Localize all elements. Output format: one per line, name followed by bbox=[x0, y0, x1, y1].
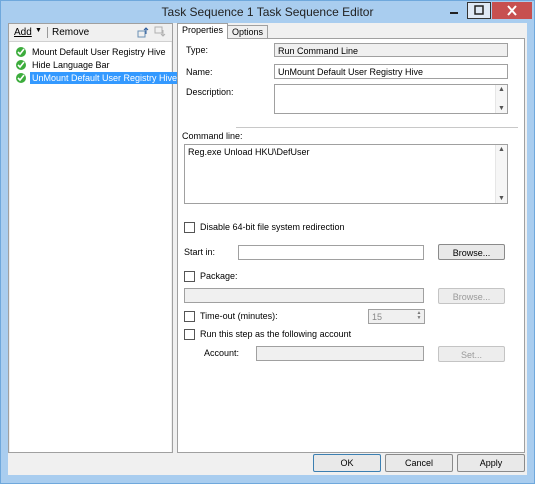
account-label: Account: bbox=[204, 348, 240, 358]
timeout-stepper[interactable]: 15 ▲ ▼ bbox=[368, 309, 425, 324]
client-area: Add ▼ Remove Mount Default User Registry… bbox=[8, 23, 527, 475]
tree-item-label: Hide Language Bar bbox=[32, 60, 110, 70]
toolbar-separator bbox=[47, 27, 48, 38]
start-in-field[interactable] bbox=[238, 245, 424, 260]
run-as-checkbox[interactable] bbox=[184, 329, 195, 340]
package-label: Package: bbox=[200, 271, 238, 281]
close-button[interactable] bbox=[492, 2, 532, 19]
add-menu-button[interactable]: Add bbox=[14, 27, 32, 38]
ok-label: OK bbox=[340, 458, 354, 468]
command-line-field[interactable]: Reg.exe Unload HKU\DefUser ▲ ▼ bbox=[184, 144, 508, 204]
sequence-toolbar: Add ▼ Remove bbox=[9, 24, 172, 42]
minimize-icon bbox=[450, 12, 458, 14]
timeout-checkbox[interactable] bbox=[184, 311, 195, 322]
properties-page: Type: Run Command Line Name: UnMount Def… bbox=[177, 38, 525, 453]
scroll-up-icon[interactable]: ▲ bbox=[498, 86, 505, 93]
ok-button[interactable]: OK bbox=[313, 454, 381, 472]
move-down-icon[interactable] bbox=[154, 26, 166, 38]
tree-item[interactable]: Hide Language Bar bbox=[14, 59, 171, 71]
timeout-value: 15 bbox=[372, 312, 383, 322]
name-value: UnMount Default User Registry Hive bbox=[278, 67, 424, 77]
disable-64bit-checkbox[interactable] bbox=[184, 222, 195, 233]
minimize-button[interactable] bbox=[442, 2, 466, 19]
cancel-button[interactable]: Cancel bbox=[385, 454, 453, 472]
remove-button[interactable]: Remove bbox=[52, 27, 89, 38]
start-in-label: Start in: bbox=[184, 247, 216, 257]
check-icon bbox=[16, 60, 26, 70]
tab-options[interactable]: Options bbox=[227, 25, 269, 39]
type-field: Run Command Line bbox=[274, 43, 508, 57]
tree-item-label: Mount Default User Registry Hive bbox=[32, 47, 166, 57]
sequence-tree: Mount Default User Registry Hive Hide La… bbox=[10, 42, 180, 452]
tree-item-selected[interactable]: UnMount Default User Registry Hive bbox=[14, 72, 180, 84]
command-line-value: Reg.exe Unload HKU\DefUser bbox=[188, 147, 310, 157]
command-line-scrollbar[interactable]: ▲ ▼ bbox=[495, 145, 507, 203]
maximize-icon bbox=[474, 5, 484, 15]
step-properties-pane: Properties Options Type: Run Command Lin… bbox=[177, 23, 525, 453]
tab-properties[interactable]: Properties bbox=[177, 23, 229, 39]
close-icon bbox=[507, 5, 517, 16]
check-icon bbox=[16, 73, 26, 83]
run-as-label: Run this step as the following account bbox=[200, 329, 352, 339]
check-icon bbox=[16, 47, 26, 57]
tree-item-label: UnMount Default User Registry Hive bbox=[30, 72, 180, 84]
type-value: Run Command Line bbox=[278, 46, 359, 56]
editor-window: Task Sequence 1 Task Sequence Editor Add… bbox=[0, 0, 535, 484]
scroll-down-icon[interactable]: ▼ bbox=[498, 195, 505, 202]
description-field[interactable]: ▲ ▼ bbox=[274, 84, 508, 114]
type-label: Type: bbox=[186, 45, 209, 55]
package-checkbox[interactable] bbox=[184, 271, 195, 282]
scroll-up-icon[interactable]: ▲ bbox=[498, 146, 505, 153]
tree-item[interactable]: Mount Default User Registry Hive bbox=[14, 46, 171, 58]
name-field[interactable]: UnMount Default User Registry Hive bbox=[274, 64, 508, 79]
browse-package-button[interactable]: Browse... bbox=[438, 288, 505, 304]
scroll-down-icon[interactable]: ▼ bbox=[498, 105, 505, 112]
timeout-label: Time-out (minutes): bbox=[200, 311, 278, 321]
description-label: Description: bbox=[186, 87, 234, 97]
apply-button[interactable]: Apply bbox=[457, 454, 525, 472]
move-up-icon[interactable] bbox=[137, 26, 149, 38]
title-bar[interactable]: Task Sequence 1 Task Sequence Editor bbox=[1, 1, 534, 23]
spinner-arrows-icon[interactable]: ▲ ▼ bbox=[415, 311, 423, 322]
browse-package-label: Browse... bbox=[452, 292, 491, 302]
name-label: Name: bbox=[186, 67, 213, 77]
divider bbox=[236, 127, 518, 128]
set-account-button[interactable]: Set... bbox=[438, 346, 505, 362]
browse-start-in-button[interactable]: Browse... bbox=[438, 244, 505, 260]
disable-64bit-label: Disable 64-bit file system redirection bbox=[200, 222, 345, 232]
chevron-down-icon[interactable]: ▼ bbox=[35, 27, 42, 34]
description-scrollbar[interactable]: ▲ ▼ bbox=[495, 85, 507, 113]
command-line-label: Command line: bbox=[182, 131, 243, 141]
package-field bbox=[184, 288, 424, 303]
maximize-button[interactable] bbox=[467, 2, 491, 19]
cancel-label: Cancel bbox=[404, 458, 433, 468]
browse-label: Browse... bbox=[452, 248, 491, 258]
add-label: Add bbox=[14, 27, 32, 38]
apply-label: Apply bbox=[479, 458, 503, 468]
task-sequence-pane: Add ▼ Remove Mount Default User Registry… bbox=[8, 23, 180, 453]
account-field bbox=[256, 346, 424, 361]
set-label: Set... bbox=[460, 350, 482, 360]
